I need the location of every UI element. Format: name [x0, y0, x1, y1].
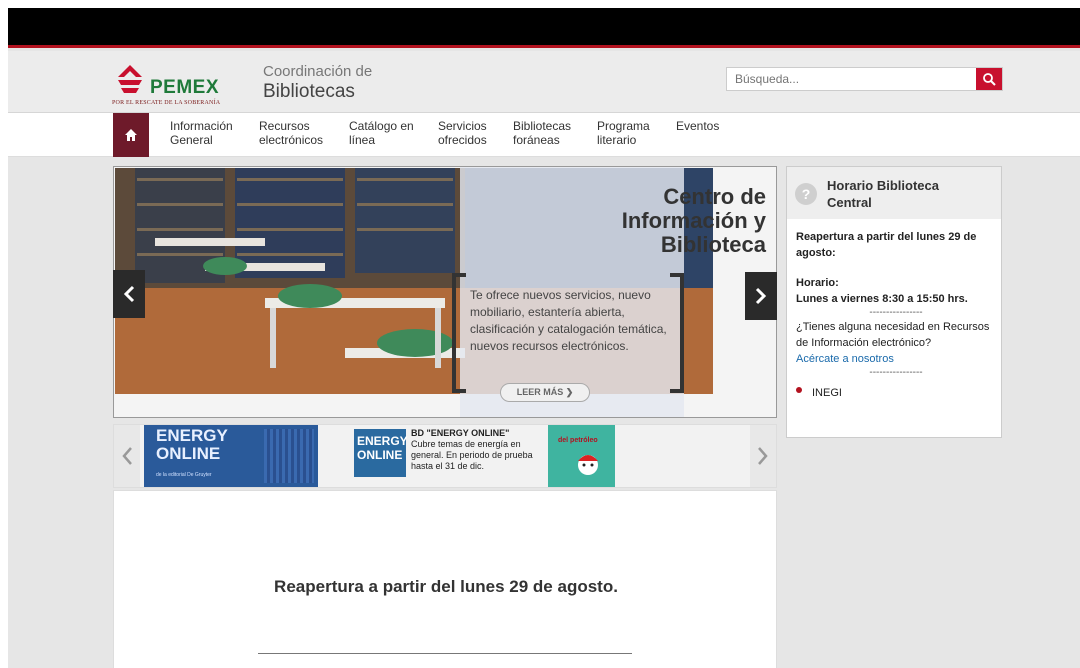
home-button[interactable]	[113, 113, 149, 157]
banner-carousel: ENERGY ONLINE de la editorial De Gruyter…	[113, 424, 777, 488]
bracket-left	[452, 273, 466, 393]
nav-item-label: literario	[597, 133, 637, 147]
bracket-right	[670, 273, 684, 393]
slide-description: Te ofrece nuevos servicios, nuevo mobili…	[470, 288, 667, 353]
top-black-bar	[8, 8, 1080, 48]
question-text: ¿Tienes alguna necesidad en Recursos de …	[796, 321, 990, 349]
chevron-right-icon	[758, 447, 768, 465]
nav-item-label: electrónicos	[259, 133, 324, 147]
horario-value: Lunes a viernes 8:30 a 15:50 hrs.	[796, 293, 968, 305]
chevron-right-icon	[755, 287, 767, 305]
sidebar-header: ? Horario Biblioteca Central	[787, 167, 1001, 219]
slider-prev-button[interactable]	[113, 270, 145, 318]
thumb-line1: ENERGY	[357, 434, 408, 448]
nav-item-label: Recursos	[259, 119, 310, 133]
nav-item-bibliotecas-foraneas[interactable]: Bibliotecas foráneas	[513, 119, 571, 147]
logo-tagline: POR EL RESCATE DE LA SOBERANÍA	[112, 100, 221, 106]
slide-title-line1: Centro de	[663, 184, 766, 209]
site-title-line1: Coordinación de	[263, 63, 373, 80]
sidebar-title-line2: Central	[827, 195, 872, 210]
chevron-right-icon: ❯	[565, 387, 574, 397]
nav-item-label: Servicios	[438, 119, 487, 133]
separator: ----------------	[869, 307, 923, 318]
banner-subtitle: de la editorial De Gruyter	[156, 472, 212, 478]
chevron-left-icon	[123, 285, 135, 303]
character-illustration-icon	[578, 455, 598, 475]
nav-item-label: Programa	[597, 119, 650, 133]
energy-online-description: BD "ENERGY ONLINE" Cubre temas de energí…	[411, 428, 541, 472]
inegi-link[interactable]: INEGI	[796, 385, 996, 401]
site-header: PEMEX POR EL RESCATE DE LA SOBERANÍA Coo…	[8, 51, 1080, 113]
sidebar-body: Reapertura a partir del lunes 29 de agos…	[796, 229, 996, 401]
leer-mas-label: LEER MÁS	[516, 387, 564, 397]
question-icon: ?	[795, 183, 817, 205]
banner-building-graphic	[264, 429, 314, 483]
slide-title: Centro de Información y Biblioteca	[566, 185, 766, 257]
inegi-label: INEGI	[812, 387, 842, 399]
slide-title-line3: Biblioteca	[660, 232, 766, 257]
pemex-eagle-icon	[118, 65, 142, 93]
pemex-logo[interactable]: PEMEX POR EL RESCATE DE LA SOBERANÍA	[112, 63, 242, 106]
nav-item-label: General	[170, 133, 213, 147]
content-heading: Reapertura a partir del lunes 29 de agos…	[274, 577, 618, 596]
nav-item-programa-literario[interactable]: Programa literario	[597, 119, 650, 147]
slider-next-button[interactable]	[745, 272, 777, 320]
slide-title-line2: Información y	[621, 208, 766, 233]
site-title-line2: Bibliotecas	[263, 81, 355, 102]
leer-mas-button[interactable]: LEER MÁS ❯	[500, 383, 590, 402]
page: PEMEX POR EL RESCATE DE LA SOBERANÍA Coo…	[0, 0, 1080, 668]
banner-title-line2: ONLINE	[156, 444, 221, 463]
separator: ----------------	[869, 367, 923, 378]
sidebar-horario: ? Horario Biblioteca Central Reapertura …	[786, 166, 1002, 438]
nav-item-recursos-electronicos[interactable]: Recursos electrónicos	[259, 119, 323, 147]
home-icon	[125, 129, 137, 141]
search-button[interactable]	[976, 68, 1002, 90]
nav-item-label: Bibliotecas	[513, 119, 572, 133]
chevron-left-icon	[122, 447, 132, 465]
bullet-icon	[796, 387, 802, 393]
content-divider	[258, 653, 632, 654]
thumb-line2: ONLINE	[357, 448, 403, 462]
sidebar-title-line1: Horario Biblioteca	[827, 178, 939, 193]
nav-item-label: ofrecidos	[438, 133, 487, 147]
reopen-text: Reapertura a partir del lunes 29 de agos…	[796, 231, 977, 259]
contact-link[interactable]: Acércate a nosotros	[796, 351, 996, 367]
search-input[interactable]	[727, 68, 976, 90]
site-title[interactable]: Coordinación de Bibliotecas	[263, 63, 372, 103]
search-box	[726, 67, 1003, 91]
nav-item-label: foráneas	[513, 133, 560, 147]
nav-item-label: Información	[170, 119, 233, 133]
main-content: Reapertura a partir del lunes 29 de agos…	[113, 490, 777, 668]
energy-online-text: Cubre temas de energía en general. En pe…	[411, 439, 533, 471]
nav-item-label: Catálogo en	[349, 119, 414, 133]
banner-title-line1: ENERGY	[156, 426, 228, 445]
main-nav: Información General Recursos electrónico…	[8, 113, 1080, 157]
nav-item-catalogo-en-linea[interactable]: Catálogo en línea	[349, 119, 414, 147]
carousel-next-button[interactable]	[750, 425, 776, 487]
nav-item-informacion-general[interactable]: Información General	[170, 119, 233, 147]
energy-online-banner[interactable]: ENERGY ONLINE de la editorial De Gruyter	[144, 425, 318, 487]
nav-item-label: línea	[349, 133, 376, 147]
nav-item-eventos[interactable]: Eventos	[676, 119, 719, 133]
browser-viewport: PEMEX POR EL RESCATE DE LA SOBERANÍA Coo…	[8, 8, 1080, 668]
nav-item-label: Eventos	[676, 119, 720, 133]
search-icon	[983, 73, 996, 86]
nav-item-servicios-ofrecidos[interactable]: Servicios ofrecidos	[438, 119, 487, 147]
petroleo-banner[interactable]: del petróleo	[548, 425, 615, 487]
carousel-prev-button[interactable]	[114, 425, 140, 487]
sidebar-title: Horario Biblioteca Central	[827, 177, 939, 211]
hero-slider: Centro de Información y Biblioteca Te of…	[113, 166, 777, 418]
energy-online-title: BD "ENERGY ONLINE"	[411, 428, 510, 438]
logo-word: PEMEX	[150, 77, 220, 98]
energy-online-thumb[interactable]: ENERGY ONLINE	[354, 429, 408, 477]
horario-label: Horario:	[796, 277, 839, 289]
